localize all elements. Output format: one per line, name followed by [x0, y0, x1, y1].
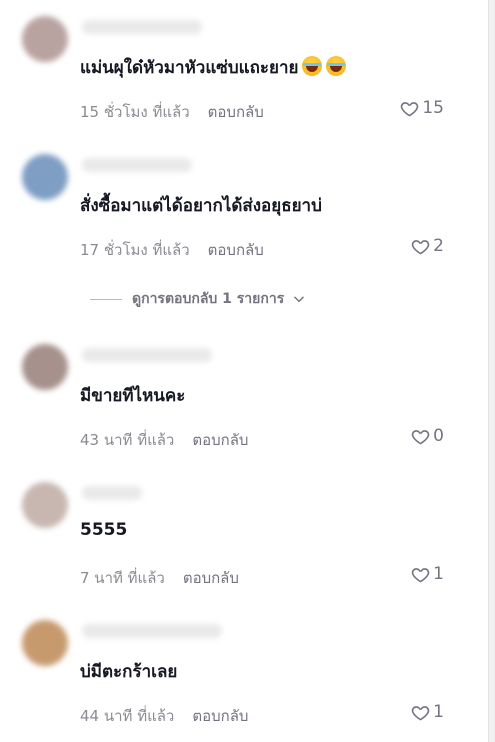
comment-item: แม่นผุใด๋หัวมาหัวแซ่บแถะยาย 15 ชั่วโมง ท…: [0, 10, 488, 130]
laughing-emoji-icon: [326, 56, 347, 76]
reply-button[interactable]: ตอบกลับ: [192, 707, 248, 725]
heart-icon: [411, 567, 430, 583]
comment-meta: 43 นาที ที่แล้ว ตอบกลับ: [80, 428, 248, 452]
comment-text: 5555: [80, 520, 128, 540]
reply-button[interactable]: ตอบกลับ: [183, 569, 239, 587]
like-count: 1: [433, 702, 444, 722]
username-blurred[interactable]: [82, 20, 202, 34]
reply-button[interactable]: ตอบกลับ: [192, 431, 248, 449]
laughing-emoji-icon: [302, 56, 323, 76]
avatar[interactable]: [22, 482, 68, 528]
like-button[interactable]: 2: [411, 236, 444, 256]
comment-meta: 7 นาที ที่แล้ว ตอบกลับ: [80, 566, 239, 590]
divider-line: [90, 298, 122, 300]
avatar[interactable]: [22, 620, 68, 666]
like-count: 1: [433, 564, 444, 584]
username-blurred[interactable]: [82, 158, 192, 172]
like-count: 15: [422, 98, 444, 118]
heart-icon: [411, 429, 430, 445]
username-blurred[interactable]: [82, 624, 222, 638]
view-replies-button[interactable]: ดูการตอบกลับ 1 รายการ: [90, 288, 306, 310]
timestamp: 15 ชั่วโมง ที่แล้ว: [80, 103, 190, 121]
avatar[interactable]: [22, 16, 68, 62]
timestamp: 17 ชั่วโมง ที่แล้ว: [80, 241, 190, 259]
comment-text: แม่นผุใด๋หัวมาหัวแซ่บแถะยาย: [80, 54, 347, 81]
reply-button[interactable]: ตอบกลับ: [208, 241, 264, 259]
avatar[interactable]: [22, 344, 68, 390]
like-button[interactable]: 1: [411, 702, 444, 722]
comment-item: บ่มีตะกร้าเลย 44 นาที ที่แล้ว ตอบกลับ 1: [0, 614, 488, 734]
username-blurred[interactable]: [82, 486, 142, 500]
heart-icon: [401, 101, 419, 117]
reply-button[interactable]: ตอบกลับ: [208, 103, 264, 121]
comment-meta: 15 ชั่วโมง ที่แล้ว ตอบกลับ: [80, 100, 264, 124]
username-blurred[interactable]: [82, 348, 212, 362]
like-count: 0: [433, 426, 444, 446]
chevron-down-icon: [294, 296, 305, 303]
comment-meta: 17 ชั่วโมง ที่แล้ว ตอบกลับ: [80, 238, 264, 262]
comment-item: มีขายทีไหนคะ 43 นาที ที่แล้ว ตอบกลับ 0: [0, 338, 488, 458]
timestamp: 44 นาที ที่แล้ว: [80, 707, 175, 725]
view-replies-label: ดูการตอบกลับ 1 รายการ: [132, 291, 285, 307]
comment-meta: 44 นาที ที่แล้ว ตอบกลับ: [80, 704, 248, 728]
timestamp: 43 นาที ที่แล้ว: [80, 431, 175, 449]
scrollbar[interactable]: [488, 0, 495, 742]
like-button[interactable]: 15: [400, 98, 444, 118]
comment-text: สั่งซื้อมาแต่ได้อยากได้ส่งอยุธยาบ่: [80, 196, 322, 216]
avatar[interactable]: [22, 154, 68, 200]
like-count: 2: [433, 236, 444, 256]
timestamp: 7 นาที ที่แล้ว: [80, 569, 165, 587]
comment-item: สั่งซื้อมาแต่ได้อยากได้ส่งอยุธยาบ่ 17 ชั…: [0, 148, 488, 268]
heart-icon: [411, 239, 430, 255]
comment-text: มีขายทีไหนคะ: [80, 386, 186, 406]
comment-item: 5555 7 นาที ที่แล้ว ตอบกลับ 1: [0, 476, 488, 596]
comment-text: บ่มีตะกร้าเลย: [80, 662, 178, 682]
heart-icon: [411, 705, 430, 721]
like-button[interactable]: 1: [411, 564, 444, 584]
like-button[interactable]: 0: [411, 426, 444, 446]
